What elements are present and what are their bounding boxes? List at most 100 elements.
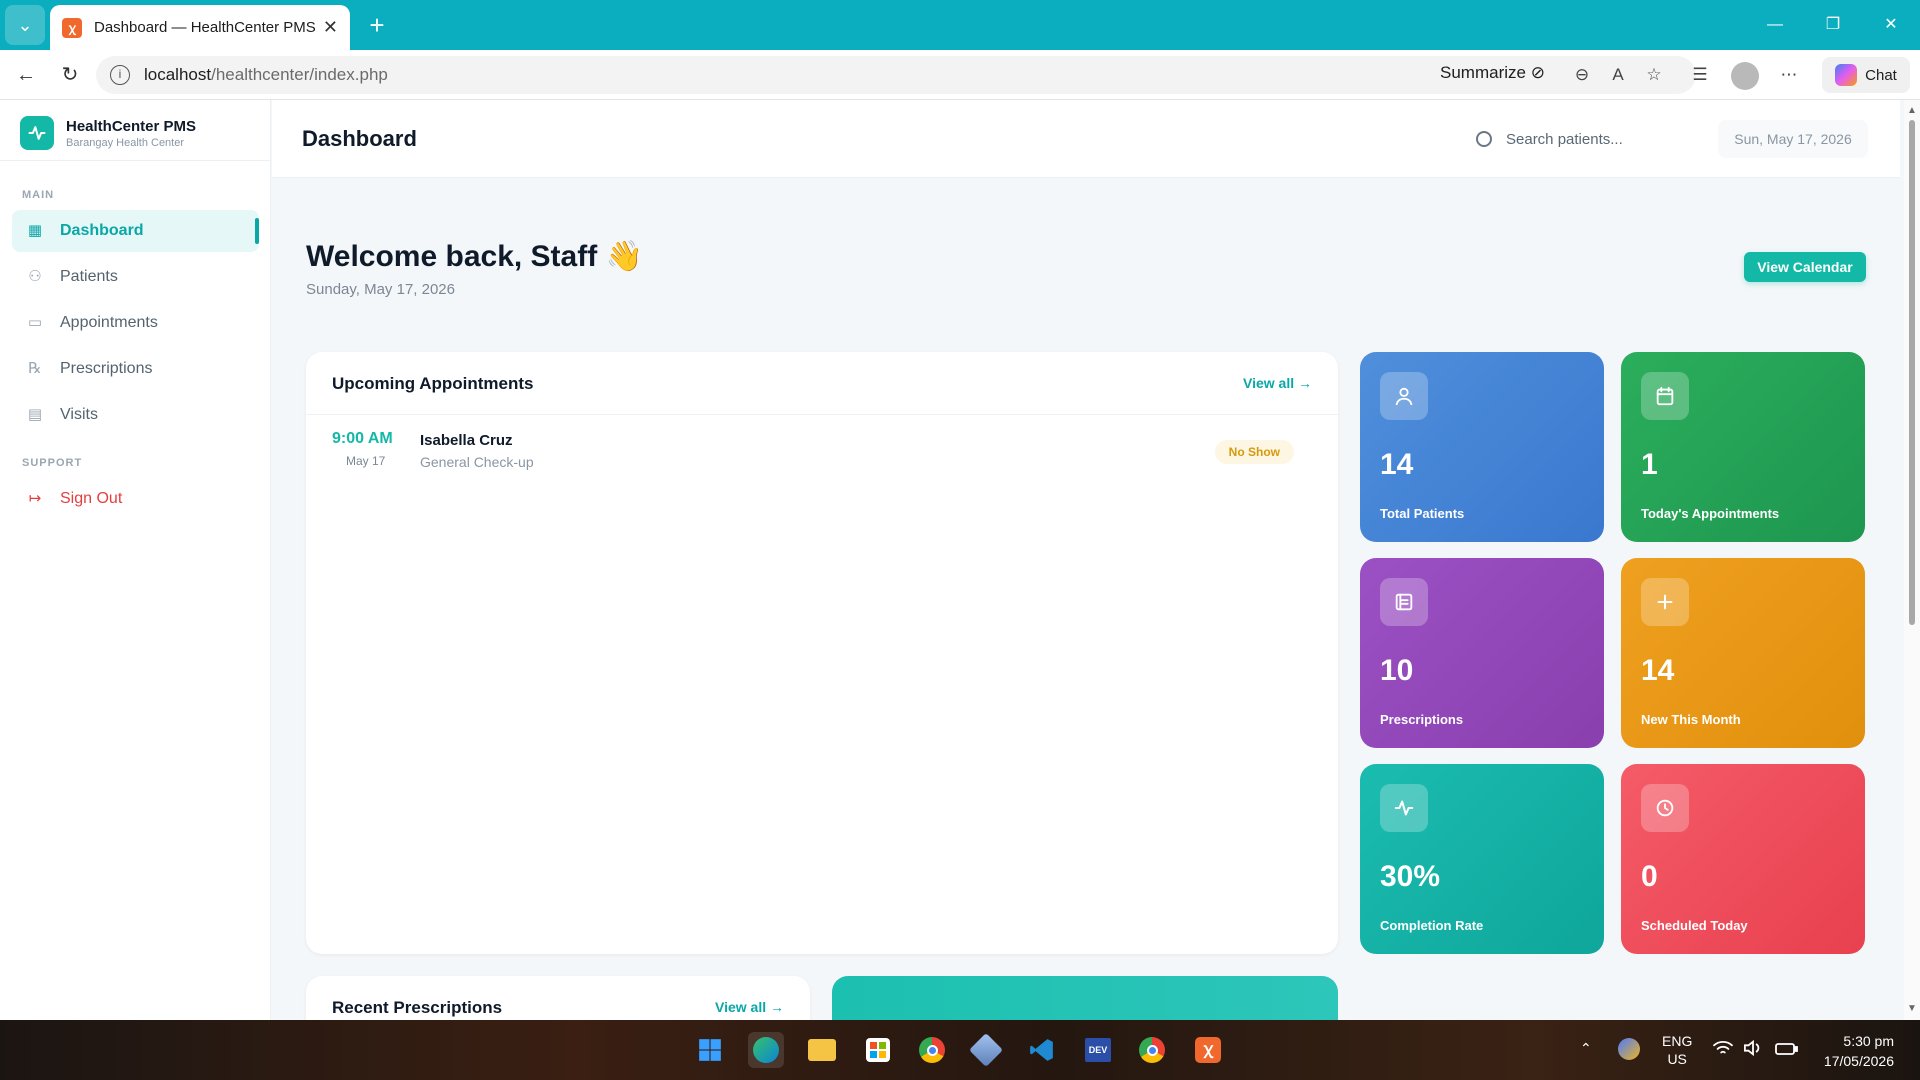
back-button[interactable]: ← bbox=[10, 59, 42, 91]
edge-browser-icon[interactable] bbox=[748, 1032, 784, 1068]
sidebar-item-prescriptions[interactable]: ℞ Prescriptions bbox=[12, 348, 259, 390]
pulse-logo-icon bbox=[20, 116, 54, 150]
stat-card-scheduled-today[interactable]: 0 Scheduled Today bbox=[1621, 764, 1865, 954]
stat-label: Total Patients bbox=[1380, 506, 1465, 521]
language-indicator[interactable]: ENG US bbox=[1662, 1032, 1692, 1068]
favorites-icon[interactable]: ☰ bbox=[1688, 63, 1712, 87]
page-scrollbar[interactable]: ▲ ▼ bbox=[1904, 100, 1920, 1020]
stat-card-prescriptions[interactable]: 10 Prescriptions bbox=[1360, 558, 1604, 748]
stat-label: Completion Rate bbox=[1380, 918, 1484, 933]
sidebar-item-visits[interactable]: ▤ Visits bbox=[12, 394, 259, 436]
show-hidden-icons-icon[interactable]: ⌃ bbox=[1580, 1040, 1592, 1057]
restore-button[interactable]: ❐ bbox=[1810, 8, 1856, 42]
topbar: Dashboard Search patients... Sun, May 17… bbox=[272, 100, 1900, 178]
sidebar-item-appointments[interactable]: ▭ Appointments bbox=[12, 302, 259, 344]
view-all-prescriptions-link[interactable]: View all → bbox=[715, 999, 784, 1015]
stat-value: 10 bbox=[1380, 654, 1414, 687]
tab-close-icon[interactable]: ✕ bbox=[323, 17, 338, 38]
patient-name: Isabella Cruz bbox=[420, 432, 513, 449]
brand-name: HealthCenter PMS bbox=[66, 117, 197, 135]
brand-subtitle: Barangay Health Center bbox=[66, 136, 185, 149]
copilot-chat-button[interactable]: Chat bbox=[1822, 57, 1910, 93]
chrome-profile-icon[interactable] bbox=[1134, 1032, 1170, 1068]
users-icon: ⚇ bbox=[28, 268, 42, 285]
site-info-icon[interactable]: i bbox=[110, 65, 130, 85]
stat-value: 14 bbox=[1380, 448, 1414, 481]
browser-address-bar: ← ↻ i localhost/healthcenter/index.php S… bbox=[0, 50, 1920, 100]
search-icon bbox=[1476, 131, 1492, 147]
tab-actions-menu-button[interactable]: ⌄ bbox=[5, 5, 45, 45]
stat-card-todays-appointments[interactable]: 1 Today's Appointments bbox=[1621, 352, 1865, 542]
stat-card-total-patients[interactable]: 14 Total Patients bbox=[1360, 352, 1604, 542]
favorite-star-icon[interactable]: ☆ bbox=[1642, 63, 1666, 87]
view-all-appointments-link[interactable]: View all → bbox=[1243, 375, 1312, 391]
page-title: Dashboard bbox=[302, 126, 417, 151]
stat-value: 0 bbox=[1641, 860, 1658, 893]
stat-value: 14 bbox=[1641, 654, 1675, 687]
user-icon bbox=[1380, 372, 1428, 420]
tab-title: Dashboard — HealthCenter PMS bbox=[94, 19, 316, 36]
virtualbox-icon[interactable] bbox=[968, 1032, 1004, 1068]
summarize-icon: ⊘ bbox=[1530, 63, 1545, 82]
status-badge: No Show bbox=[1214, 440, 1294, 464]
windows-start-icon[interactable] bbox=[692, 1032, 728, 1068]
sidebar-item-dashboard[interactable]: ▦ Dashboard bbox=[12, 210, 259, 252]
teal-banner-card bbox=[832, 976, 1338, 1020]
zoom-icon[interactable]: ⊖ bbox=[1570, 63, 1594, 87]
read-aloud-icon[interactable]: A bbox=[1606, 63, 1630, 87]
summarize-button[interactable]: Summarize ⊘ bbox=[1440, 63, 1545, 83]
sign-out-icon: ↦ bbox=[28, 490, 42, 507]
activity-icon bbox=[1380, 784, 1428, 832]
vscode-icon[interactable] bbox=[1024, 1032, 1060, 1068]
sign-out-button[interactable]: ↦ Sign Out bbox=[12, 478, 259, 520]
chevron-down-icon: ⌄ bbox=[17, 14, 33, 35]
clock-display[interactable]: 5:30 pm 17/05/2026 bbox=[1816, 1031, 1894, 1071]
taskbar: DEV ꭓ ⌃ ENG US 5:30 pm 17/05/2026 bbox=[0, 1020, 1920, 1080]
minimize-button[interactable]: — bbox=[1752, 8, 1798, 42]
card-title: Recent Prescriptions bbox=[332, 998, 503, 1017]
scroll-up-arrow-icon[interactable]: ▲ bbox=[1907, 106, 1917, 116]
volume-icon[interactable] bbox=[1742, 1039, 1764, 1060]
chrome-icon[interactable] bbox=[914, 1032, 950, 1068]
welcome-heading: Welcome back, Staff 👋 bbox=[306, 240, 643, 273]
close-window-button[interactable]: ✕ bbox=[1868, 8, 1914, 42]
xampp-icon[interactable]: ꭓ bbox=[1190, 1032, 1226, 1068]
stat-value: 30% bbox=[1380, 860, 1441, 893]
url-text: localhost/healthcenter/index.php bbox=[144, 65, 388, 84]
sidebar: HealthCenter PMS Barangay Health Center … bbox=[0, 100, 271, 1020]
view-calendar-button[interactable]: View Calendar bbox=[1744, 252, 1866, 282]
wifi-icon[interactable] bbox=[1712, 1039, 1734, 1060]
nav-section-support: SUPPORT bbox=[22, 457, 83, 469]
battery-icon[interactable] bbox=[1774, 1039, 1800, 1060]
copilot-icon bbox=[1835, 64, 1858, 86]
new-tab-button[interactable]: + bbox=[362, 10, 392, 40]
calendar-icon: ▭ bbox=[27, 314, 43, 331]
stat-value: 1 bbox=[1641, 448, 1658, 481]
upcoming-appointments-card: Upcoming Appointments View all → 9:00 AM… bbox=[306, 352, 1338, 954]
stat-label: New This Month bbox=[1641, 712, 1741, 727]
appointment-time: 9:00 AM bbox=[332, 430, 393, 447]
microsoft-store-icon[interactable] bbox=[860, 1032, 896, 1068]
brand[interactable]: HealthCenter PMS Barangay Health Center bbox=[20, 116, 196, 150]
profile-avatar[interactable] bbox=[1731, 62, 1759, 90]
dev-tool-icon[interactable]: DEV bbox=[1080, 1032, 1116, 1068]
search-placeholder: Search patients... bbox=[1506, 130, 1623, 148]
stat-card-completion-rate[interactable]: 30% Completion Rate bbox=[1360, 764, 1604, 954]
grid-icon: ▦ bbox=[27, 222, 43, 239]
tray-app-icon[interactable] bbox=[1618, 1038, 1640, 1060]
stat-card-new-this-month[interactable]: 14 New This Month bbox=[1621, 558, 1865, 748]
scroll-thumb[interactable] bbox=[1909, 120, 1915, 625]
browser-tab-bar: ⌄ ꭓ Dashboard — HealthCenter PMS ✕ + — ❐… bbox=[0, 0, 1920, 50]
appointment-row[interactable]: 9:00 AM May 17 Isabella Cruz General Che… bbox=[332, 430, 1320, 476]
file-explorer-icon[interactable] bbox=[804, 1032, 840, 1068]
more-options-icon[interactable]: ⋯ bbox=[1777, 63, 1801, 87]
stat-label: Prescriptions bbox=[1380, 712, 1464, 727]
search-input[interactable]: Search patients... bbox=[1472, 118, 1702, 160]
browser-tab-active[interactable]: ꭓ Dashboard — HealthCenter PMS ✕ bbox=[50, 5, 350, 50]
prescription-icon: ℞ bbox=[28, 360, 42, 377]
scroll-down-arrow-icon[interactable]: ▼ bbox=[1907, 1004, 1917, 1014]
date-display: Sun, May 17, 2026 bbox=[1718, 120, 1868, 158]
sidebar-item-patients[interactable]: ⚇ Patients bbox=[12, 256, 259, 298]
welcome-date: Sunday, May 17, 2026 bbox=[306, 281, 455, 298]
refresh-button[interactable]: ↻ bbox=[54, 59, 86, 91]
